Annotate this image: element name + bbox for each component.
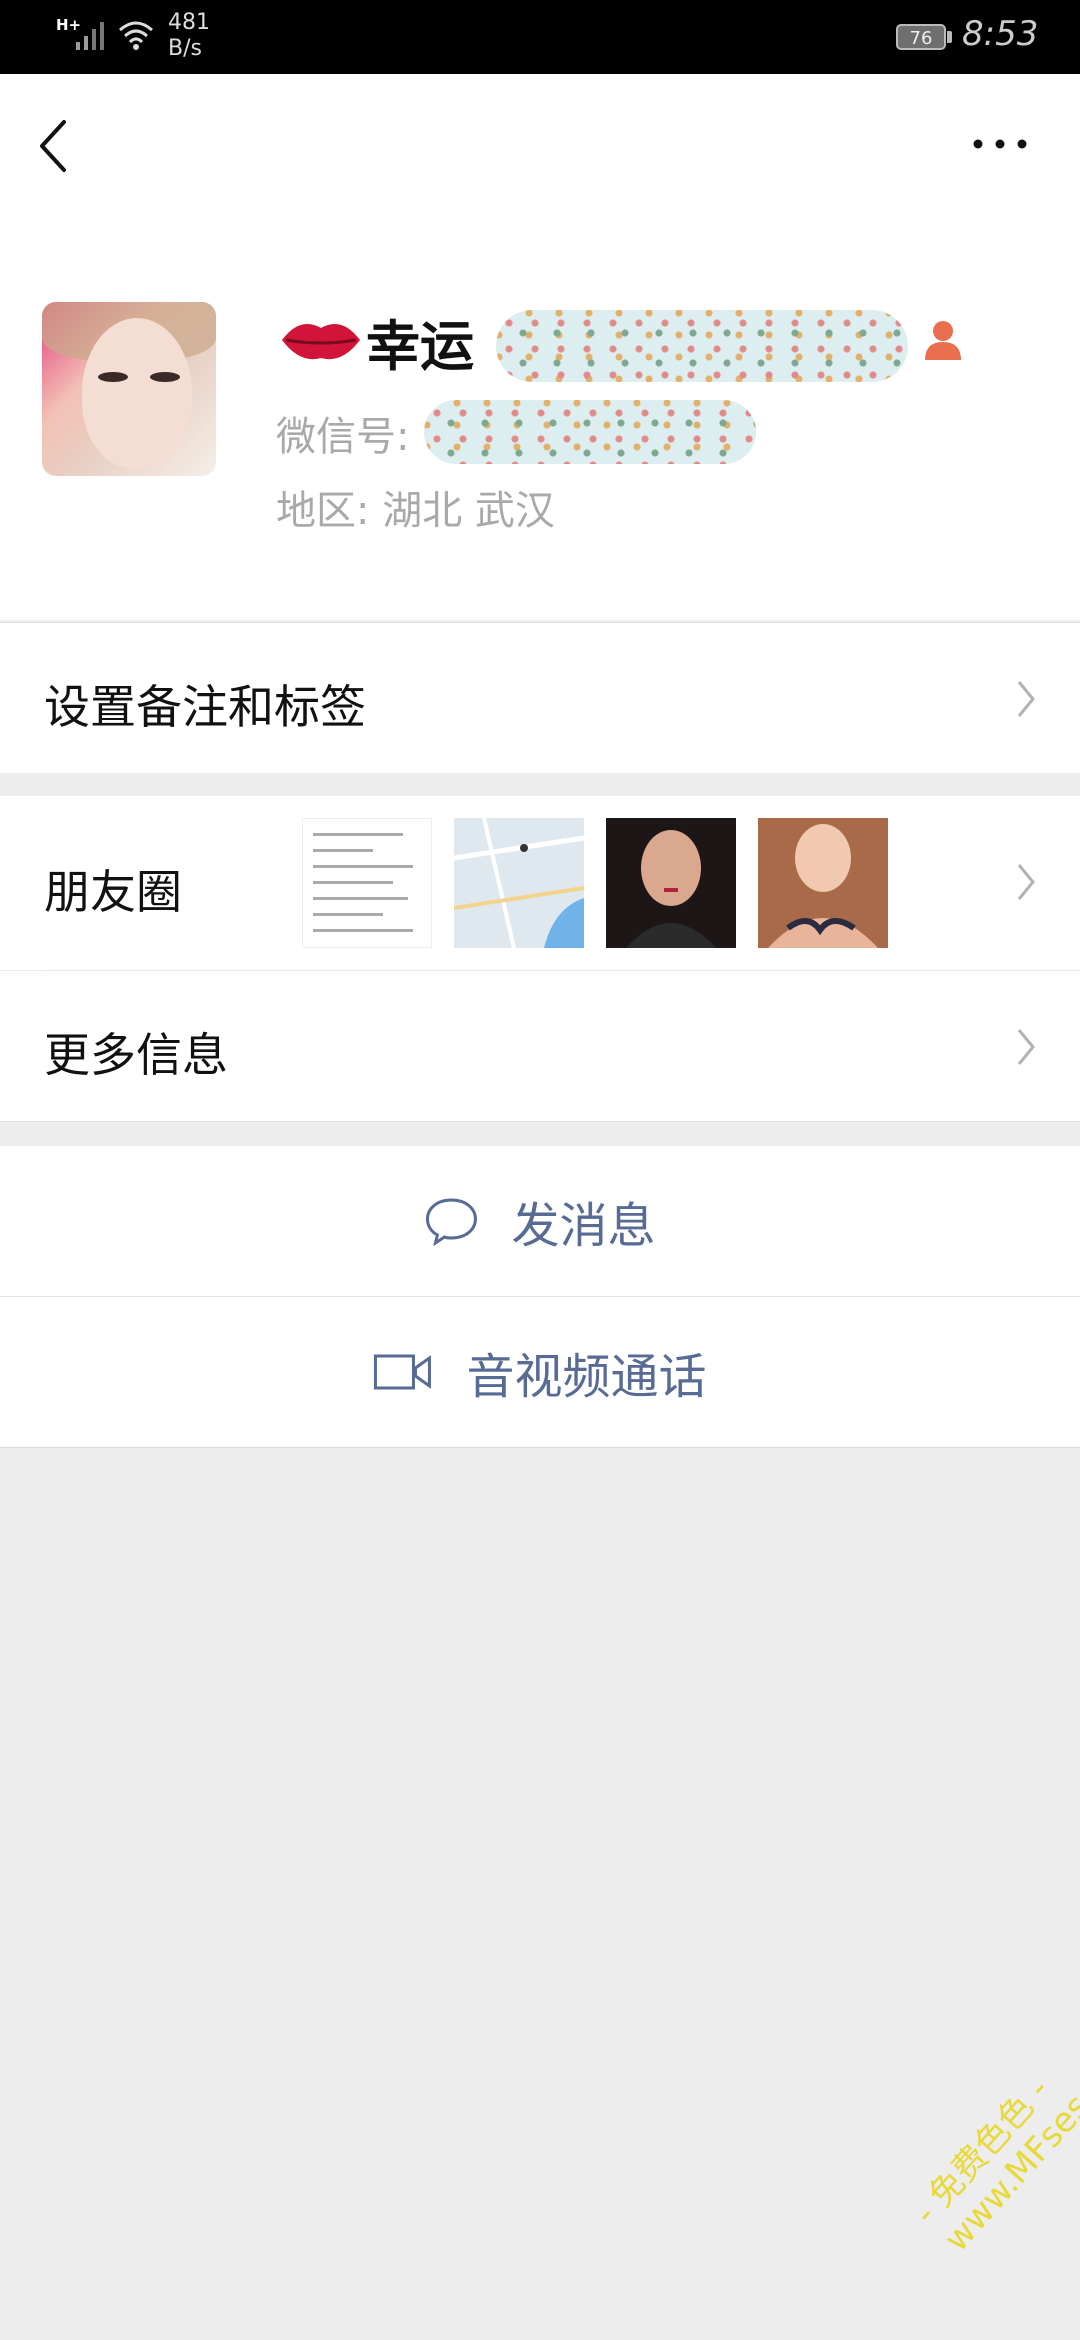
avatar-eye [150,372,180,382]
status-bar: H+ 481 B/s 76 8:53 [0,0,1080,74]
wifi-icon [119,21,153,50]
more-info-row[interactable]: 更多信息 [0,971,1080,1122]
chevron-right-icon [1017,864,1035,900]
photo-image [768,824,878,948]
battery-icon: 76 [896,24,946,50]
more-info-label: 更多信息 [44,1028,228,1082]
person-icon [925,321,961,360]
video-call-button[interactable]: 音视频通话 [0,1297,1080,1448]
lips-icon [282,324,360,360]
wechat-id-label: 微信号: [276,414,410,460]
send-message-button[interactable]: 发消息 [0,1146,1080,1297]
remark-row[interactable]: 设置备注和标签 [0,622,1080,773]
video-camera-icon [373,1354,431,1390]
redacted-wechat-id [424,400,756,464]
signal-icon [76,22,104,50]
avatar-eye [98,372,128,382]
avatar-face [82,318,192,468]
chat-bubble-icon [425,1198,477,1247]
chevron-right-icon [1017,681,1035,717]
moments-thumbnail [758,818,888,948]
map-image [454,818,584,948]
region: 地区: 湖北 武汉 [276,488,555,534]
remark-label: 设置备注和标签 [44,680,366,734]
back-icon[interactable] [36,116,70,176]
redacted-name [496,310,908,382]
clock: 8:53 [962,14,1039,54]
battery-level: 76 [909,28,933,49]
moments-thumbnail [606,818,736,948]
watermark: - 免费色色 - www.MFsese.com [905,2009,1080,2260]
send-message-label: 发消息 [511,1198,656,1254]
display-name: 幸运 [366,315,474,378]
moments-thumbnail [454,818,584,948]
network-speed: 481 B/s [168,10,210,61]
chevron-right-icon [1017,1029,1035,1065]
profile-card: 幸运 微信号: 地区: 湖北 武汉 [0,74,1080,620]
moments-row[interactable]: 朋友圈 [0,796,1080,970]
photo-image [626,830,716,948]
moments-thumbnail [302,818,432,948]
battery-tip [947,31,952,43]
video-call-label: 音视频通话 [466,1349,707,1405]
more-icon[interactable] [970,132,1030,156]
avatar[interactable] [42,302,216,476]
moments-label: 朋友圈 [44,865,182,919]
